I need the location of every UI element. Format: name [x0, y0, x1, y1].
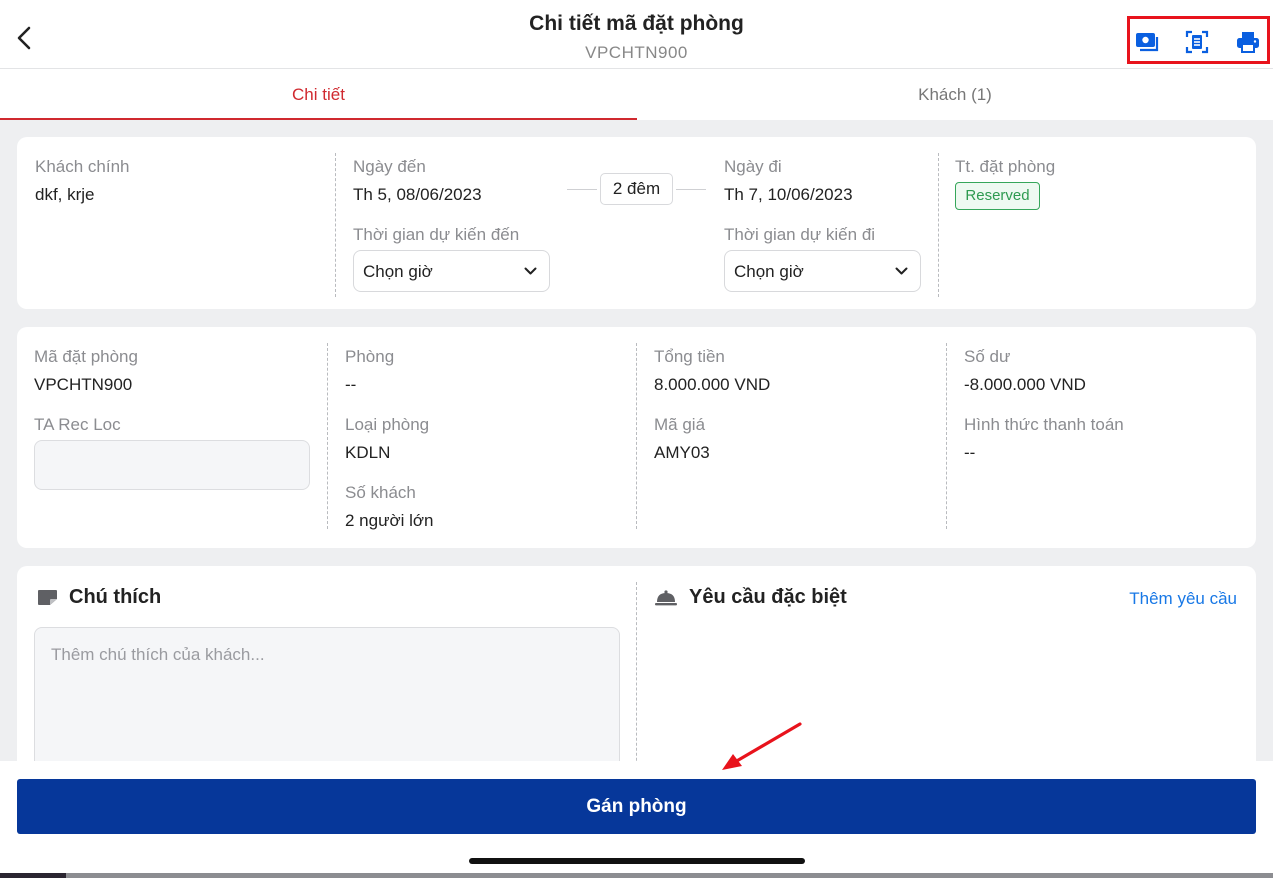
- tab-guests[interactable]: Khách (1): [637, 69, 1273, 120]
- action-icons-highlight: [1127, 16, 1270, 64]
- main-guest-label: Khách chính: [35, 157, 130, 176]
- rate-code-value: AMY03: [654, 443, 710, 462]
- nights-connector: [676, 189, 706, 190]
- booking-status-label: Tt. đặt phòng: [955, 157, 1056, 176]
- etd-label: Thời gian dự kiến đi: [724, 225, 876, 244]
- nights-connector: [567, 189, 597, 190]
- special-request-title: Yêu cầu đặc biệt: [689, 586, 847, 608]
- arrival-date[interactable]: Th 5, 08/06/2023: [353, 185, 482, 205]
- divider: [938, 153, 939, 297]
- departure-date[interactable]: Th 7, 10/06/2023: [724, 185, 853, 205]
- payment-method-label: Hình thức thanh toán: [964, 415, 1124, 434]
- guest-note-placeholder: Thêm chú thích của khách...: [51, 645, 265, 664]
- balance-value: -8.000.000 VND: [964, 375, 1086, 394]
- assign-room-button[interactable]: Gán phòng: [17, 779, 1256, 834]
- guest-count-label: Số khách: [345, 483, 416, 502]
- guest-count-value: 2 người lớn: [345, 511, 434, 530]
- departure-label: Ngày đi: [724, 157, 782, 176]
- add-request-link[interactable]: Thêm yêu cầu: [1129, 589, 1237, 609]
- payment-card-icon[interactable]: [1134, 29, 1160, 55]
- room-type-label: Loại phòng: [345, 415, 430, 434]
- room-label: Phòng: [345, 347, 395, 366]
- chevron-down-icon: [895, 267, 908, 275]
- payment-method-value: --: [964, 443, 976, 462]
- note-icon: [38, 590, 57, 605]
- page-title: Chi tiết mã đặt phòng: [529, 12, 744, 35]
- top-app-bar: Chi tiết mã đặt phòng VPCHTN900: [0, 0, 1273, 69]
- eta-select-value: Chọn giờ: [363, 262, 433, 281]
- guest-note-textarea[interactable]: Thêm chú thích của khách...: [34, 627, 620, 777]
- ta-rec-loc-label: TA Rec Loc: [34, 415, 121, 434]
- booking-info-card: Mã đặt phòng VPCHTN900 TA Rec Loc Phòng …: [17, 327, 1256, 548]
- chevron-down-icon: [524, 267, 537, 275]
- etd-select-value: Chọn giờ: [734, 262, 804, 281]
- page-subtitle: VPCHTN900: [585, 43, 688, 62]
- home-indicator: [469, 858, 805, 864]
- eta-select[interactable]: Chọn giờ: [353, 250, 550, 292]
- stay-card: Khách chính dkf, krje Ngày đến Th 5, 08/…: [17, 137, 1256, 309]
- divider: [335, 153, 336, 297]
- room-service-icon: [655, 590, 677, 606]
- status-badge: Reserved: [955, 182, 1040, 210]
- room-type-value: KDLN: [345, 443, 391, 462]
- eta-label: Thời gian dự kiến đến: [353, 225, 520, 244]
- scan-document-icon[interactable]: [1184, 29, 1210, 55]
- divider: [327, 343, 328, 529]
- divider: [946, 343, 947, 529]
- balance-label: Số dư: [964, 347, 1011, 366]
- annotation-arrow-icon: [722, 722, 802, 770]
- nights-badge: 2 đêm: [600, 173, 673, 205]
- tab-bar: Chi tiết Khách (1): [0, 69, 1273, 120]
- main-guest-value: dkf, krje: [35, 185, 95, 204]
- bottom-edge: [0, 873, 1273, 878]
- total-label: Tổng tiền: [654, 347, 725, 366]
- booking-code-label: Mã đặt phòng: [34, 347, 138, 366]
- bottom-action-bar: Gán phòng: [0, 761, 1273, 878]
- arrival-label: Ngày đến: [353, 157, 426, 176]
- etd-select[interactable]: Chọn giờ: [724, 250, 921, 292]
- divider: [636, 343, 637, 529]
- ta-rec-loc-input[interactable]: [34, 440, 310, 490]
- notes-title: Chú thích: [69, 586, 162, 608]
- total-value: 8.000.000 VND: [654, 375, 771, 394]
- printer-icon[interactable]: [1235, 29, 1261, 55]
- tab-details[interactable]: Chi tiết: [0, 69, 637, 120]
- room-value: --: [345, 375, 357, 394]
- booking-code-value: VPCHTN900: [34, 375, 133, 394]
- rate-code-label: Mã giá: [654, 415, 706, 434]
